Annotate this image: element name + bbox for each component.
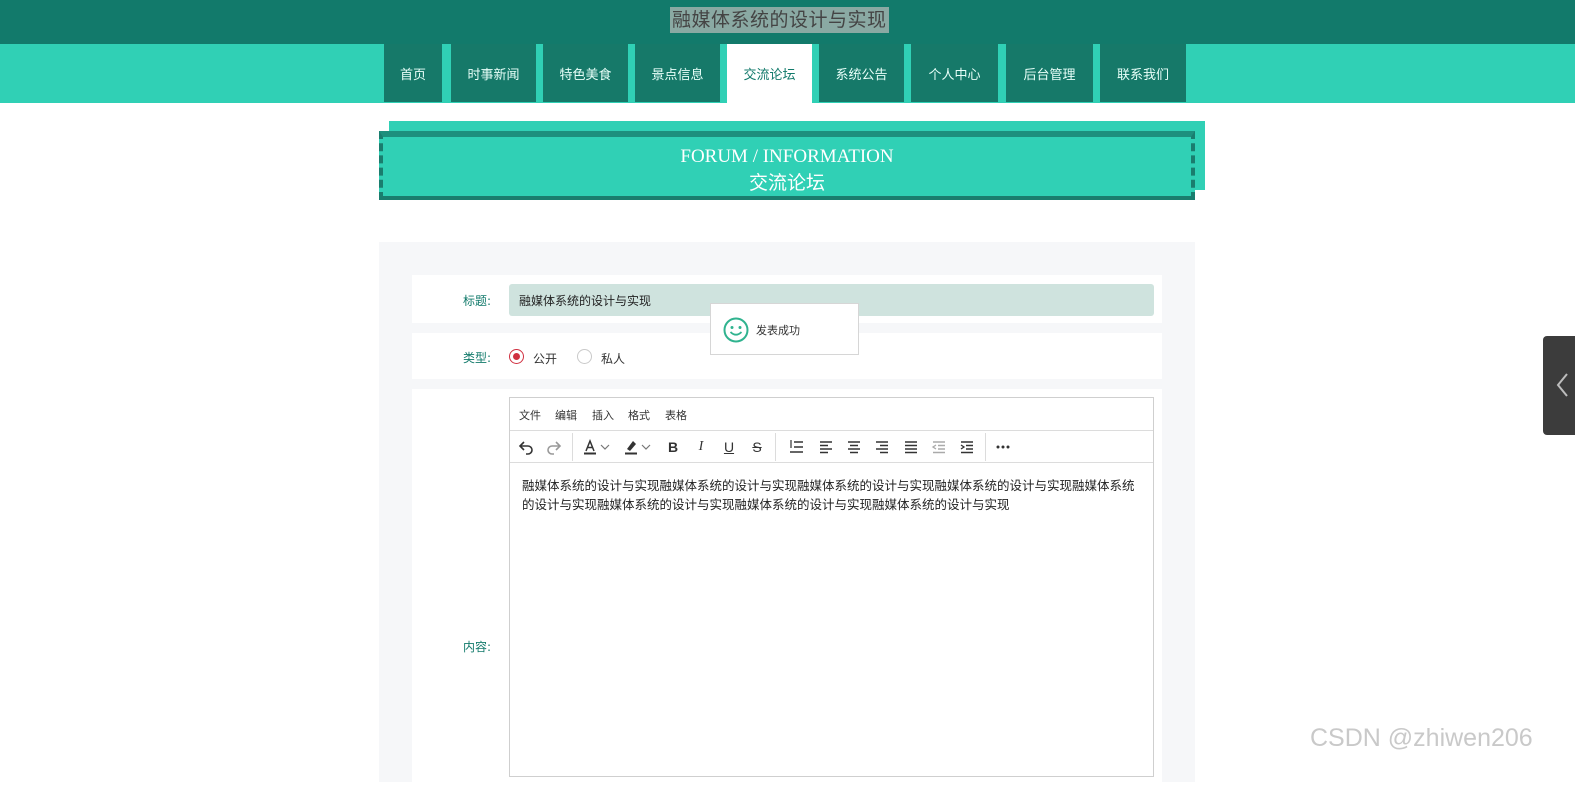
bold-icon[interactable]: B	[662, 436, 684, 458]
content-label: 内容:	[462, 640, 491, 654]
nav-announcements[interactable]: 系统公告	[819, 44, 904, 102]
toolbar-divider	[775, 433, 776, 461]
nav-contact[interactable]: 联系我们	[1100, 44, 1186, 102]
main-nav: 首页 时事新闻 特色美食 景点信息 交流论坛 系统公告 个人中心 后台管理 联系…	[0, 44, 1575, 103]
align-left-icon[interactable]	[815, 436, 837, 458]
toolbar-divider	[985, 433, 986, 461]
nav-attractions[interactable]: 景点信息	[635, 44, 720, 102]
toolbar-divider	[572, 433, 573, 461]
align-right-icon[interactable]	[871, 436, 893, 458]
nav-profile[interactable]: 个人中心	[911, 44, 998, 102]
section-title-en: FORUM / INFORMATION	[680, 146, 894, 167]
font-color-icon[interactable]	[579, 436, 601, 458]
type-label: 类型:	[462, 351, 491, 365]
watermark: CSDN @zhiwen206	[1310, 724, 1533, 752]
redo-icon[interactable]	[543, 436, 565, 458]
more-icon[interactable]	[992, 436, 1014, 458]
radio-private-label[interactable]: 私人	[601, 350, 625, 367]
menu-table[interactable]: 表格	[665, 407, 687, 423]
nav-news[interactable]: 时事新闻	[451, 44, 536, 102]
radio-public[interactable]	[509, 349, 524, 364]
side-collapse-tab[interactable]	[1543, 336, 1575, 435]
highlight-dropdown-icon[interactable]	[640, 436, 652, 458]
editor-menubar: 文件 编辑 插入 格式 表格	[510, 398, 1153, 431]
underline-icon[interactable]: U	[718, 436, 740, 458]
toast-message: 发表成功	[756, 324, 800, 337]
site-title: 融媒体系统的设计与实现	[670, 7, 889, 33]
line-height-icon[interactable]	[785, 436, 807, 458]
chevron-left-icon	[1556, 373, 1568, 397]
align-center-icon[interactable]	[843, 436, 865, 458]
strikethrough-icon[interactable]: S	[746, 436, 768, 458]
nav-admin[interactable]: 后台管理	[1006, 44, 1093, 102]
nav-food[interactable]: 特色美食	[543, 44, 628, 102]
success-toast: 发表成功	[710, 303, 859, 355]
italic-icon[interactable]: I	[690, 436, 712, 458]
font-color-dropdown-icon[interactable]	[599, 436, 611, 458]
title-label: 标题:	[462, 294, 491, 308]
nav-forum[interactable]: 交流论坛	[727, 44, 812, 103]
align-justify-icon[interactable]	[900, 436, 922, 458]
rich-text-editor: 文件 编辑 插入 格式 表格 B I U S 融媒体系统的设计与实现融媒体系统的…	[509, 397, 1154, 777]
section-title-cn: 交流论坛	[748, 172, 825, 194]
undo-icon[interactable]	[515, 436, 537, 458]
radio-private[interactable]	[577, 349, 592, 364]
menu-file[interactable]: 文件	[519, 407, 541, 423]
menu-format[interactable]: 格式	[628, 407, 650, 423]
outdent-icon[interactable]	[928, 436, 950, 458]
indent-icon[interactable]	[956, 436, 978, 458]
nav-home[interactable]: 首页	[384, 44, 442, 102]
menu-insert[interactable]: 插入	[592, 407, 614, 423]
section-header-border	[379, 196, 1195, 200]
radio-public-label[interactable]: 公开	[533, 350, 557, 367]
menu-edit[interactable]: 编辑	[555, 407, 577, 423]
highlight-icon[interactable]	[620, 436, 642, 458]
top-bar: 融媒体系统的设计与实现	[0, 0, 1575, 44]
editor-content[interactable]: 融媒体系统的设计与实现融媒体系统的设计与实现融媒体系统的设计与实现融媒体系统的设…	[522, 476, 1137, 514]
editor-toolbar: B I U S	[510, 431, 1153, 463]
smile-icon	[723, 317, 749, 343]
